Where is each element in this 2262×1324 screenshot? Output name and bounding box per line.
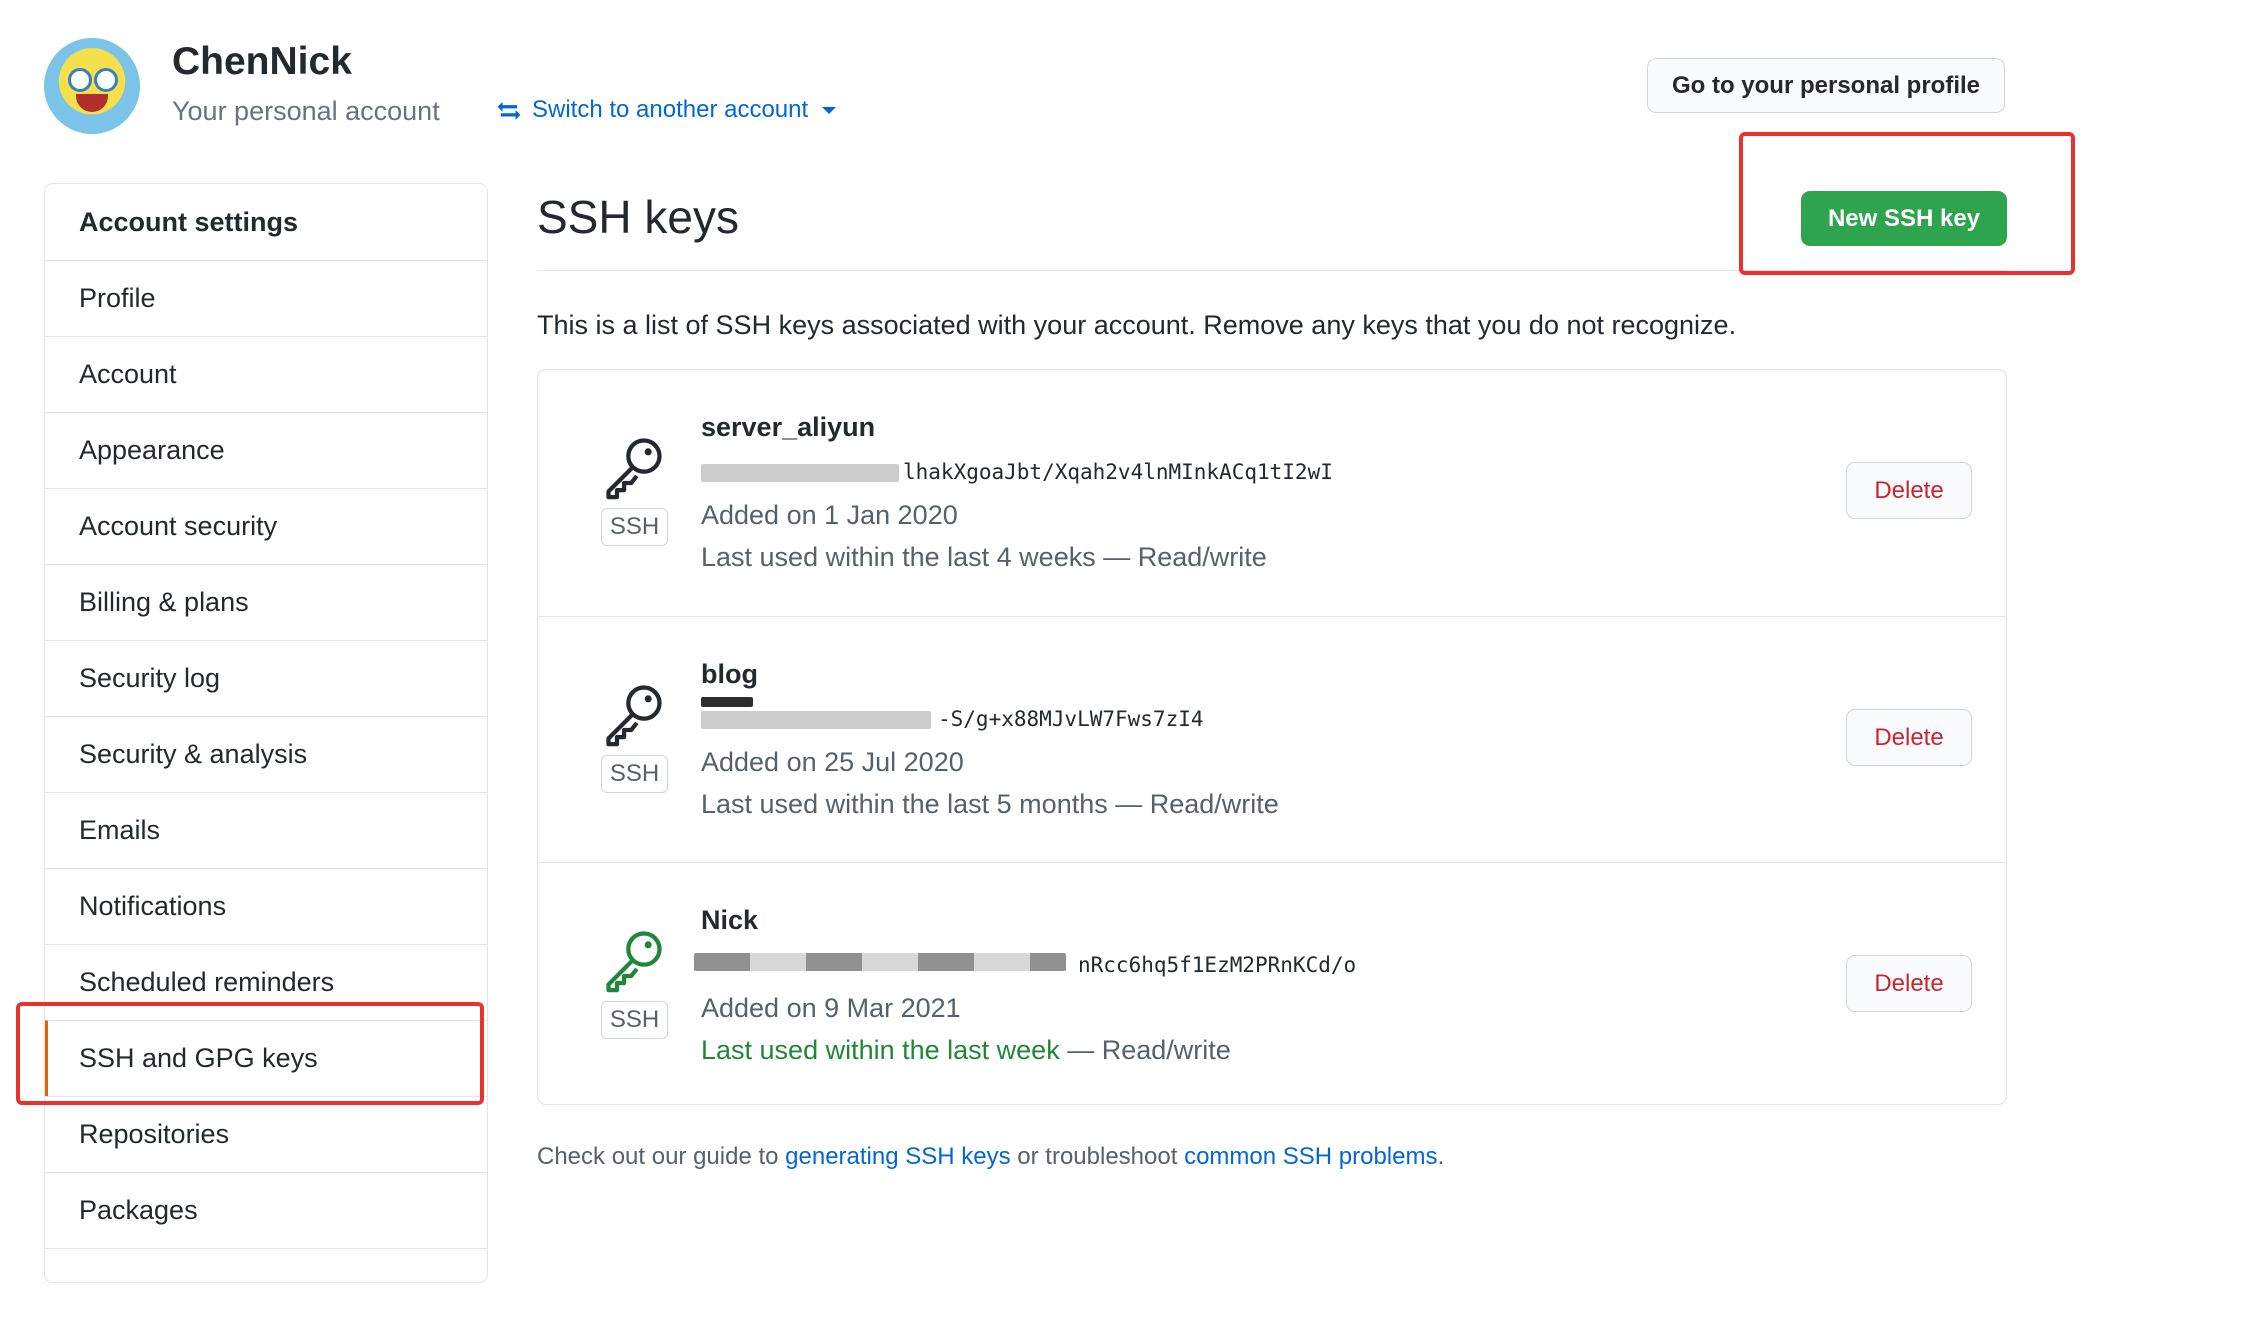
- redaction-mask: [701, 711, 931, 729]
- highlight-box-sidebar: [16, 1002, 484, 1105]
- key-title: server_aliyun: [701, 412, 876, 442]
- switch-account-label: Switch to another account: [532, 96, 809, 123]
- key-title: Nick: [701, 905, 759, 935]
- sidebar-item-security-analysis[interactable]: Security & analysis: [45, 716, 487, 792]
- last-used-text: Last used within the last 5 months: [701, 789, 1108, 819]
- avatar[interactable]: [44, 38, 140, 134]
- sidebar-item-packages[interactable]: Packages: [45, 1172, 487, 1248]
- sidebar-item-repositories[interactable]: Repositories: [45, 1096, 487, 1172]
- account-subtitle: Your personal account: [172, 96, 440, 126]
- key-title: blog: [701, 659, 758, 689]
- common-ssh-problems-link[interactable]: common SSH problems: [1184, 1143, 1437, 1170]
- key-added-date: Added on 9 Mar 2021: [701, 993, 961, 1023]
- page-title: SSH keys: [537, 191, 739, 243]
- key-last-used: Last used within the last 4 weeks — Read…: [701, 542, 1267, 573]
- key-icon: [606, 931, 662, 993]
- delete-key-button[interactable]: Delete: [1846, 955, 1972, 1012]
- ssh-key-row: SSH server_aliyun lhakXgoaJbt/Xqah2v4lnM…: [538, 370, 2006, 616]
- last-used-text: Last used within the last week: [701, 1035, 1060, 1065]
- sidebar-item-account[interactable]: Account: [45, 336, 487, 412]
- sidebar-item-appearance[interactable]: Appearance: [45, 412, 487, 488]
- generating-ssh-keys-link[interactable]: generating SSH keys: [785, 1143, 1010, 1170]
- key-last-used: Last used within the last week — Read/wr…: [701, 1035, 1231, 1066]
- key-added-date: Added on 25 Jul 2020: [701, 747, 964, 777]
- ssh-key-row: SSH blog -S/g+x88MJvLW7Fws7zI4 Added on …: [538, 616, 2006, 862]
- redaction-mask: [694, 953, 1066, 971]
- highlight-box-new-key: [1739, 132, 2075, 275]
- switch-arrows-icon: [497, 101, 521, 120]
- guide-prefix: Check out our guide to: [537, 1143, 786, 1170]
- ssh-type-badge: SSH: [601, 1001, 668, 1039]
- redaction-mask: [701, 464, 899, 482]
- key-added-date: Added on 1 Jan 2020: [701, 500, 958, 530]
- sidebar-item-profile[interactable]: Profile: [45, 260, 487, 336]
- caret-down-icon: [822, 106, 837, 114]
- delete-key-button[interactable]: Delete: [1846, 709, 1972, 766]
- personal-profile-button[interactable]: Go to your personal profile: [1647, 58, 2005, 113]
- guide-middle: or troubleshoot: [1010, 1143, 1185, 1170]
- sidebar-header: Account settings: [79, 206, 299, 237]
- account-username[interactable]: ChenNick: [172, 40, 352, 84]
- ssh-type-badge: SSH: [601, 508, 668, 546]
- ssh-key-row: SSH Nick nRcc6hq5f1EzM2PRnKCd/o Added on…: [538, 862, 2006, 1108]
- ssh-guide-text: Check out our guide to generating SSH ke…: [537, 1143, 1444, 1171]
- ssh-type-badge: SSH: [601, 755, 668, 793]
- settings-sidebar: Account settings Profile Account Appeara…: [44, 183, 488, 1283]
- ssh-keys-list: SSH server_aliyun lhakXgoaJbt/Xqah2v4lnM…: [537, 369, 2007, 1105]
- sidebar-item-billing[interactable]: Billing & plans: [45, 564, 487, 640]
- sidebar-item-emails[interactable]: Emails: [45, 792, 487, 868]
- sidebar-item-security-log[interactable]: Security log: [45, 640, 487, 716]
- sidebar-item-account-security[interactable]: Account security: [45, 488, 487, 564]
- key-icon: [606, 438, 662, 500]
- switch-account-link[interactable]: Switch to another account: [496, 96, 837, 124]
- avatar-mouth: [76, 94, 108, 112]
- key-last-used: Last used within the last 5 months — Rea…: [701, 789, 1279, 820]
- access-level: — Read/write: [1107, 789, 1279, 819]
- intro-text: This is a list of SSH keys associated wi…: [537, 310, 1737, 340]
- access-level: — Read/write: [1095, 542, 1267, 572]
- key-fingerprint: -S/g+x88MJvLW7Fws7zI4: [938, 707, 1204, 731]
- guide-suffix: .: [1437, 1143, 1445, 1170]
- key-fingerprint: nRcc6hq5f1EzM2PRnKCd/o: [1078, 953, 1357, 977]
- key-icon: [606, 685, 662, 747]
- sidebar-item-notifications[interactable]: Notifications: [45, 868, 487, 944]
- avatar-eye-left: [68, 68, 92, 92]
- last-used-text: Last used within the last 4 weeks: [701, 542, 1096, 572]
- redaction-mark: [701, 697, 753, 707]
- avatar-eye-right: [94, 68, 118, 92]
- access-level: — Read/write: [1059, 1035, 1231, 1065]
- key-fingerprint: lhakXgoaJbt/Xqah2v4lnMInkACq1tI2wI: [903, 460, 1333, 484]
- delete-key-button[interactable]: Delete: [1846, 462, 1972, 519]
- sidebar-item-more[interactable]: [45, 1248, 487, 1324]
